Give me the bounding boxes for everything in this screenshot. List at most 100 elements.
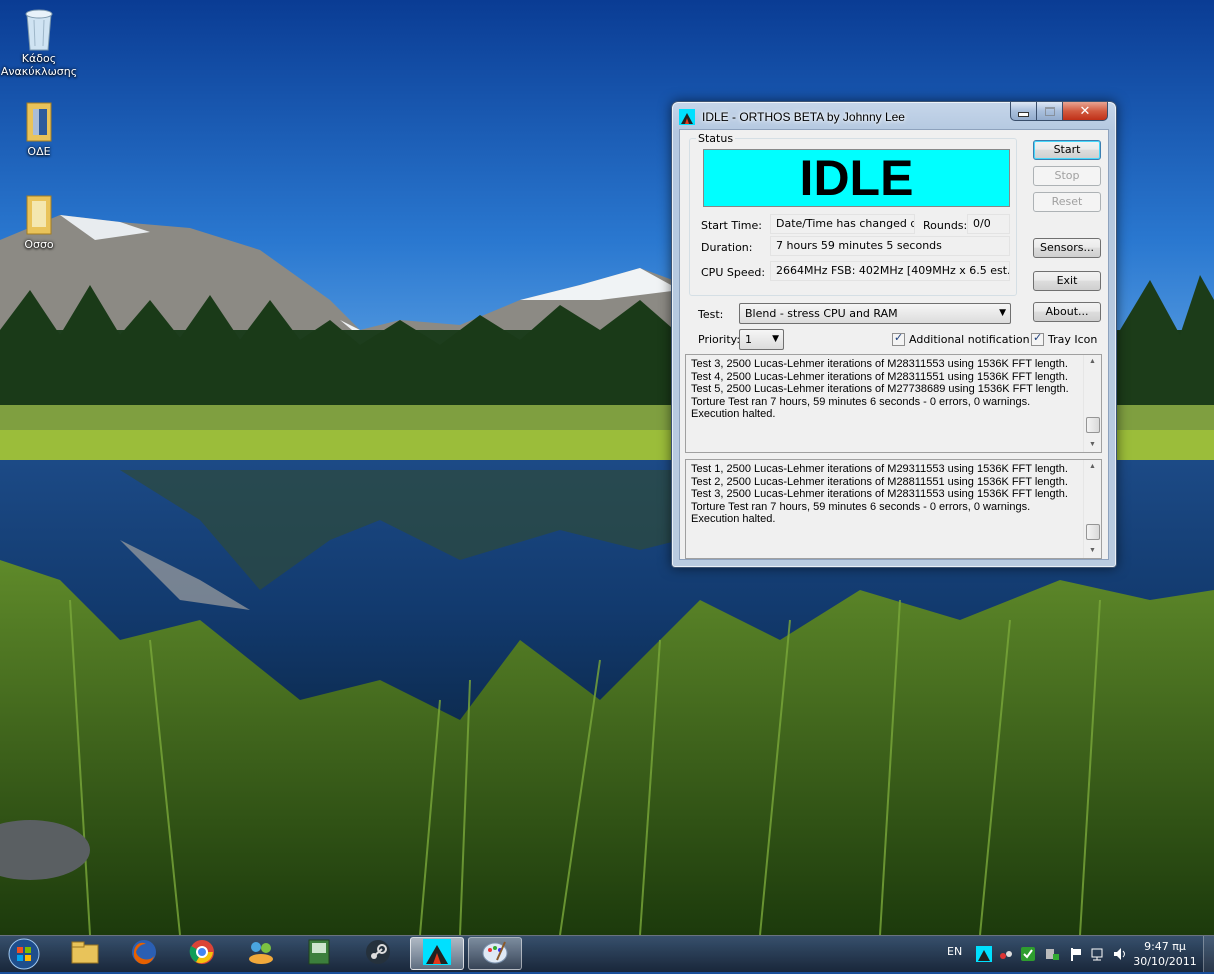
- folder-icon: [19, 192, 59, 236]
- cpu-speed-field: 2664MHz FSB: 402MHz [409MHz x 6.5 est.]: [770, 261, 1010, 281]
- chrome-icon: [188, 938, 216, 969]
- close-icon: ✕: [1079, 103, 1091, 119]
- status-text: IDLE: [799, 150, 914, 206]
- desktop-icon-ode-folder[interactable]: ΟΔΕ: [0, 99, 78, 158]
- log-line: Test 4, 2500 Lucas-Lehmer iterations of …: [691, 370, 1068, 383]
- log-line: Execution halted.: [691, 513, 776, 525]
- minimize-icon: [1018, 111, 1029, 117]
- security-check-icon[interactable]: [1020, 946, 1036, 962]
- scroll-down-icon[interactable]: ▼: [1084, 438, 1101, 452]
- orthos-tray-icon[interactable]: [976, 946, 992, 962]
- desktop-icon-label: Ανακύκλωσης: [0, 65, 78, 78]
- volume-icon[interactable]: [1112, 946, 1128, 962]
- log-line: Test 1, 2500 Lucas-Lehmer iterations of …: [691, 463, 1068, 475]
- window-title: IDLE - ORTHOS BETA by Johnny Lee: [702, 110, 905, 124]
- minimize-button[interactable]: [1010, 102, 1037, 121]
- status-group-label: Status: [696, 132, 736, 145]
- scroll-down-icon[interactable]: ▼: [1084, 544, 1101, 558]
- clock-time: 9:47 πμ: [1144, 940, 1186, 953]
- scroll-up-icon[interactable]: ▲: [1084, 460, 1101, 474]
- scroll-thumb[interactable]: [1086, 417, 1100, 433]
- log-line: Execution halted.: [691, 408, 776, 420]
- caption-buttons: ✕: [1010, 102, 1108, 122]
- messenger-icon: [246, 939, 276, 968]
- network-devices-icon[interactable]: [998, 946, 1014, 962]
- priority-select-value: 1: [745, 333, 752, 346]
- firefox-icon: [130, 938, 158, 969]
- log-line: Test 2, 2500 Lucas-Lehmer iterations of …: [691, 475, 1068, 488]
- rounds-field: 0/0: [967, 214, 1010, 234]
- taskbar-paint[interactable]: [468, 937, 522, 970]
- chevron-down-icon: ▼: [772, 334, 779, 344]
- orthos-window: IDLE - ORTHOS BETA by Johnny Lee ✕ Statu…: [671, 101, 1117, 568]
- rounds-label: Rounds:: [923, 219, 968, 232]
- log-line: Torture Test ran 7 hours, 59 minutes 6 s…: [691, 395, 1031, 408]
- taskbar-cpu-z[interactable]: [292, 937, 346, 970]
- log-panel-2[interactable]: Test 1, 2500 Lucas-Lehmer iterations of …: [685, 459, 1102, 559]
- usb-icon[interactable]: [1044, 946, 1060, 962]
- desktop-icon-recycle-bin[interactable]: Κάδος Ανακύκλωσης: [0, 6, 78, 78]
- exit-button[interactable]: Exit: [1033, 271, 1101, 291]
- additional-notification-label: Additional notification: [909, 333, 1030, 346]
- show-desktop-button[interactable]: [1203, 936, 1214, 972]
- orthos-icon: [423, 939, 451, 968]
- tray-icon-label: Tray Icon: [1048, 333, 1098, 346]
- sensors-button[interactable]: Sensors...: [1033, 238, 1101, 258]
- test-select[interactable]: Blend - stress CPU and RAM ▼: [739, 303, 1011, 324]
- title-bar[interactable]: IDLE - ORTHOS BETA by Johnny Lee ✕: [678, 102, 1110, 128]
- log-line: Test 3, 2500 Lucas-Lehmer iterations of …: [691, 488, 1068, 500]
- window-client-area: Status IDLE Start Time: Date/Time has ch…: [679, 129, 1109, 560]
- taskbar-windows-explorer[interactable]: [58, 937, 112, 970]
- priority-select[interactable]: 1 ▼: [739, 329, 784, 350]
- duration-label: Duration:: [701, 241, 753, 254]
- recycle-bin-icon: [19, 6, 59, 51]
- duration-field: 7 hours 59 minutes 5 seconds: [770, 236, 1010, 256]
- tray-icon-checkbox[interactable]: Tray Icon: [1031, 331, 1098, 346]
- about-button[interactable]: About...: [1033, 302, 1101, 322]
- network-icon[interactable]: [1090, 946, 1106, 962]
- reset-button[interactable]: Reset: [1033, 192, 1101, 212]
- windows-explorer-icon: [70, 939, 100, 968]
- paint-icon: [481, 938, 509, 969]
- log-1-scrollbar[interactable]: ▲ ▼: [1083, 355, 1101, 452]
- test-label: Test:: [698, 308, 724, 321]
- log-line: Torture Test ran 7 hours, 59 minutes 6 s…: [691, 500, 1031, 513]
- status-display: IDLE: [703, 149, 1010, 207]
- additional-notification-checkbox[interactable]: Additional notification: [892, 331, 1030, 346]
- checkbox-box[interactable]: [892, 331, 905, 346]
- taskbar-orthos[interactable]: [410, 937, 464, 970]
- maximize-button[interactable]: [1037, 102, 1063, 121]
- steam-icon: [364, 938, 392, 969]
- desktop-icon-label: Οσσο: [24, 238, 54, 251]
- scroll-thumb[interactable]: [1086, 524, 1100, 540]
- action-center-flag-icon[interactable]: [1068, 946, 1084, 962]
- orthos-icon: [679, 109, 695, 125]
- stop-button[interactable]: Stop: [1033, 166, 1101, 186]
- chevron-down-icon: ▼: [999, 308, 1006, 318]
- taskbar-steam[interactable]: [351, 937, 405, 970]
- taskbar-firefox[interactable]: [117, 937, 171, 970]
- log-line: Test 3, 2500 Lucas-Lehmer iterations of …: [691, 358, 1068, 370]
- checkbox-box[interactable]: [1031, 331, 1044, 346]
- desktop-icon-osso-folder[interactable]: Οσσο: [0, 192, 78, 251]
- cpu-z-icon: [306, 938, 332, 969]
- taskbar-messenger[interactable]: [234, 937, 288, 970]
- log-line: Test 5, 2500 Lucas-Lehmer iterations of …: [691, 383, 1069, 395]
- log-panel-1[interactable]: Test 3, 2500 Lucas-Lehmer iterations of …: [685, 354, 1102, 453]
- start-button[interactable]: [6, 937, 42, 971]
- desktop-icon-label: ΟΔΕ: [27, 145, 51, 158]
- start-time-field: Date/Time has changed during: [770, 214, 915, 234]
- clock-date: 30/10/2011: [1133, 955, 1197, 968]
- taskbar-chrome[interactable]: [175, 937, 229, 970]
- language-indicator[interactable]: EN: [947, 945, 962, 958]
- taskbar: EN 9:47 πμ 30/10/2011: [0, 935, 1214, 972]
- scroll-up-icon[interactable]: ▲: [1084, 355, 1101, 369]
- clock[interactable]: 9:47 πμ 30/10/2011: [1130, 939, 1200, 969]
- close-button[interactable]: ✕: [1063, 102, 1108, 121]
- desktop-icon-label: Κάδος: [21, 52, 57, 65]
- log-2-scrollbar[interactable]: ▲ ▼: [1083, 460, 1101, 558]
- folder-icon: [19, 99, 59, 143]
- start-button[interactable]: Start: [1033, 140, 1101, 160]
- start-time-label: Start Time:: [701, 219, 762, 232]
- maximize-icon: [1044, 106, 1055, 116]
